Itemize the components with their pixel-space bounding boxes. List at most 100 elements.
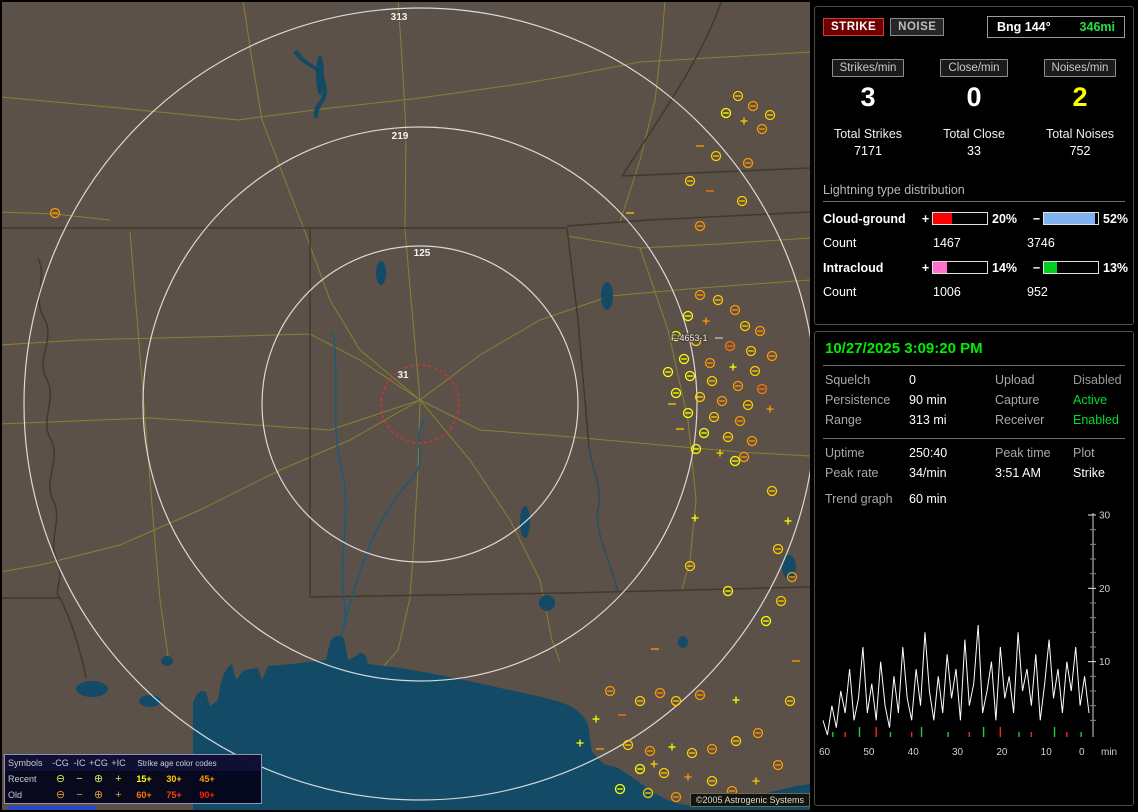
map-canvas[interactable]: 313 219 125 31 F-4653-1 [2,2,810,810]
rate-cell: Close/min [921,58,1027,77]
total-value: 33 [921,144,1027,158]
legend-col-pcg: +CG [89,758,108,768]
legend-symbol-0: ⊖ [51,790,70,800]
lightning-map[interactable]: 313 219 125 31 F-4653-1 Symbols -CG -IC +CG… [2,2,810,810]
negative-bar [1043,261,1099,274]
cell-id-label: F-4653-1 [671,333,708,343]
trend-y-tick-label: 30 [1099,511,1111,522]
plus-sign: + [919,212,932,226]
distribution-type-label: Cloud-ground [823,212,919,226]
rate-button-strikes-min[interactable]: Strikes/min [832,59,905,77]
peak-time-value: 3:51 AM [995,463,1073,483]
status-row: Squelch0UploadDisabled [815,370,1133,390]
legend-symbol-1: − [70,774,89,784]
positive-bar [932,212,988,225]
positive-percent: 20% [988,212,1030,226]
legend-col-pic: +IC [108,758,129,768]
trend-x-tick-label: 40 [908,747,920,758]
status-value: 0 [909,370,995,390]
status-value: 313 mi [909,410,995,430]
distribution-table: Cloud-ground+20%−52%Count14673746Intracl… [815,206,1133,304]
status-label: Capture [995,390,1073,410]
legend-symbol-3: + [108,774,129,784]
rate-value: 0 [921,82,1027,112]
status-row: Range313 miReceiverEnabled [815,410,1133,430]
status-label: Receiver [995,410,1073,430]
legend-symbol-0: ⊖ [51,774,70,784]
legend-row: Recent⊖−⊕+15+30+45+ [5,771,261,787]
peak-rate-value: 34/min [909,463,995,483]
negative-bar [1043,212,1099,225]
positive-count: 1006 [933,285,1027,299]
strike-mode-button[interactable]: STRIKE [823,18,884,36]
legend-symbol-2: ⊕ [89,774,108,784]
legend-age-title: Strike age color codes [129,759,225,768]
plot-label: Plot [1073,443,1123,463]
uptime-row: Uptime 250:40 Peak time Plot Peak rate 3… [815,443,1133,483]
count-label: Count [823,236,933,250]
negative-percent: 13% [1099,261,1137,275]
legend-col-nic: -IC [70,758,89,768]
legend-symbol-2: ⊕ [89,790,108,800]
legend-age-code: 90+ [189,790,225,800]
legend-title: Symbols [8,758,51,768]
rate-values-row: 302 [815,82,1133,112]
bearing-label: Bng 144° [997,20,1051,34]
bearing-readout: Bng 144° 346mi [987,16,1125,38]
rate-cell: Noises/min [1027,58,1133,77]
map-legend: Symbols -CG -IC +CG +IC Strike age color… [4,754,262,804]
count-label: Count [823,285,933,299]
range-ring-label: 31 [397,370,409,381]
legend-col-ncg: -CG [51,758,70,768]
rate-button-close-min[interactable]: Close/min [940,59,1007,77]
count-row: Count14673746 [815,231,1133,255]
nexstorm-app: 313 219 125 31 F-4653-1 Symbols -CG -IC +CG… [0,0,1138,812]
range-ring-label: 219 [392,131,409,142]
total-value: 752 [1027,144,1133,158]
trend-x-tick-label: 50 [863,747,875,758]
positive-bar [932,261,988,274]
negative-count: 952 [1027,285,1125,299]
legend-symbol-3: + [108,790,129,800]
noise-mode-button[interactable]: NOISE [890,18,944,36]
legend-age-code: 60+ [129,790,159,800]
minus-sign: − [1030,212,1043,226]
total-label: Total Noises [1027,127,1133,141]
legend-row-label: Old [8,790,51,800]
distribution-row: Cloud-ground+20%−52% [815,206,1133,231]
rate-value: 3 [815,82,921,112]
status-row: Persistence90 minCaptureActive [815,390,1133,410]
trend-y-tick-label: 10 [1099,657,1111,668]
distribution-type-label: Intracloud [823,261,919,275]
divider [823,365,1125,366]
range-ring-label: 125 [414,248,431,259]
plot-value: Strike [1073,463,1123,483]
legend-header-row: Symbols -CG -IC +CG +IC Strike age color… [5,755,261,771]
trend-graph-label: Trend graph [825,489,909,509]
legend-symbol-1: − [70,790,89,800]
status-value: Disabled [1073,370,1123,390]
range-ring-label: 313 [391,12,408,23]
strike-rate-trace [823,625,1089,735]
trend-graph-value: 60 min [909,489,1123,509]
distribution-row: Intracloud+14%−13% [815,255,1133,280]
rate-value: 2 [1027,82,1133,112]
distribution-header: Lightning type distribution [823,183,1125,197]
negative-percent: 52% [1099,212,1137,226]
legend-age-code: 15+ [129,774,159,784]
legend-row-label: Recent [8,774,51,784]
uptime-label: Uptime [825,443,909,463]
rate-button-noises-min[interactable]: Noises/min [1044,59,1117,77]
negative-count: 3746 [1027,236,1125,250]
copyright-label: ©2005 Astrogenic Systems [690,793,810,807]
status-label: Persistence [825,390,909,410]
uptime-value: 250:40 [909,443,995,463]
totals-labels-row: Total StrikesTotal CloseTotal Noises [815,127,1133,141]
trend-x-tick-label: 0 [1079,747,1085,758]
status-value: Enabled [1073,410,1123,430]
datetime-display: 10/27/2025 3:09:20 PM [815,332,1133,361]
taskbar-sliver [8,806,96,810]
status-label: Squelch [825,370,909,390]
status-value: 90 min [909,390,995,410]
trend-x-tick-label: 10 [1041,747,1053,758]
